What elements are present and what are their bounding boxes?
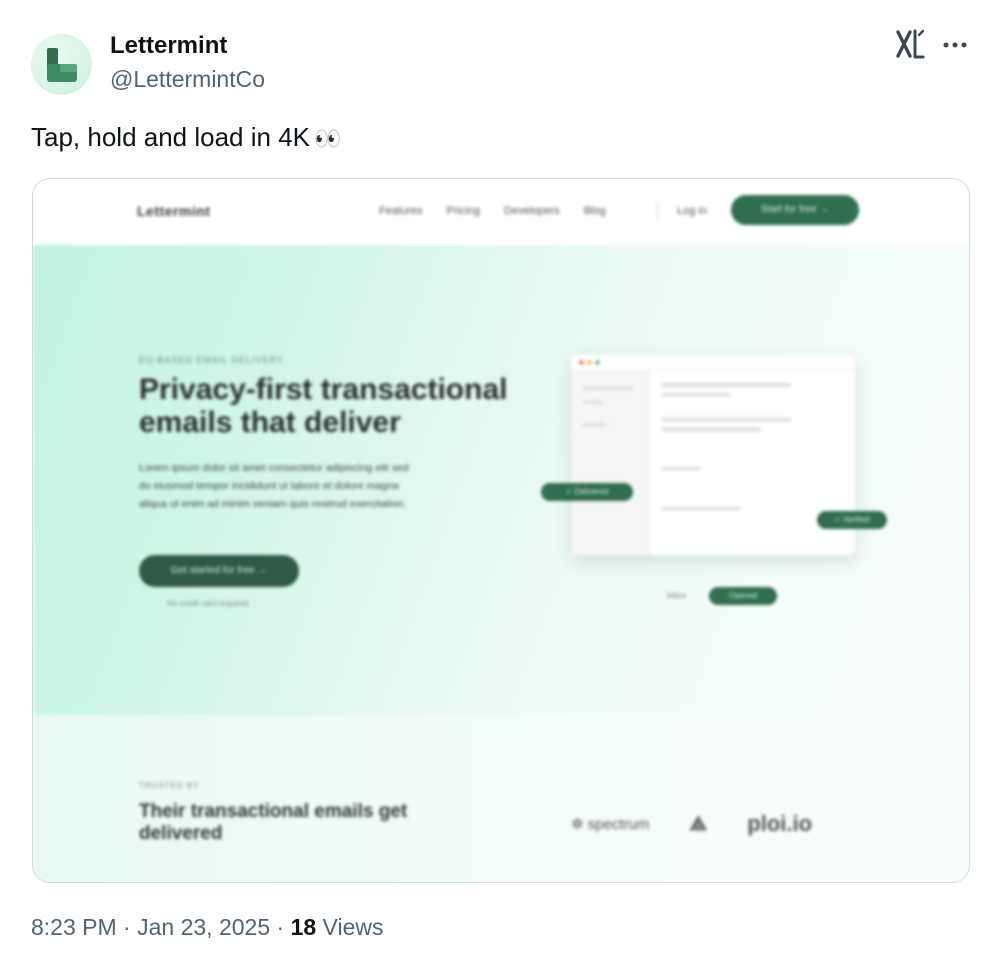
customer-logos: ✲ spectrum ⟁ ploi.io [571,811,812,837]
site-nav-link: Features [379,205,423,217]
app-mockup-window [571,355,855,555]
customer-logo: ⟁ [689,812,708,835]
hero-cta: Get started for free → [139,555,299,587]
avatar[interactable] [31,34,92,95]
tweet-text: Tap, hold and load in 4K 👀 [31,122,341,153]
meta-separator: · [116,914,138,940]
hero-sub-note: No credit card required [167,599,249,608]
mockup-titlebar [571,355,855,371]
post-date[interactable]: Jan 23, 2025 [137,914,270,940]
site-logo: Lettermint [137,203,211,219]
media-image[interactable]: Lettermint Features Pricing Developers B… [32,178,970,883]
hero-description: Lorem ipsum dolor sit amet consectetur a… [139,462,409,510]
lettermint-logo-icon [47,48,77,82]
meta-separator: · [270,914,291,940]
customer-logo: ✲ spectrum [571,816,650,833]
x-logo-icon[interactable] [896,28,926,60]
inbox-tag: Inbox [667,591,687,600]
site-nav-login: Log in [677,205,707,217]
customer-logo: ploi.io [747,811,813,836]
hero-title: Privacy-first transactional emails that … [139,373,508,439]
delivered-badge: ✓ Delivered [541,483,633,501]
site-nav-link: Blog [583,205,606,217]
eyes-emoji: 👀 [314,127,341,152]
verified-badge: ✓ Verified [817,511,887,529]
post-time[interactable]: 8:23 PM [31,914,117,940]
site-nav-divider [657,203,658,219]
author-handle[interactable]: @LettermintCo [110,66,265,93]
mockup-sidebar [571,371,649,555]
trusted-eyebrow: TRUSTED BY [139,781,200,790]
site-nav-cta: Start for free → [731,195,859,225]
author-display-name[interactable]: Lettermint [110,32,227,60]
trusted-title: Their transactional emails get delivered [139,801,408,844]
tweet-text-body: Tap, hold and load in 4K [31,122,310,152]
views-count[interactable]: 18 [291,914,317,940]
site-hero: EU-BASED EMAIL DELIVERY Privacy-first tr… [33,245,969,715]
trusted-section: TRUSTED BY Their transactional emails ge… [33,715,969,882]
hero-eyebrow: EU-BASED EMAIL DELIVERY [139,355,285,365]
site-nav-link: Pricing [446,205,481,217]
tweet: Lettermint @LettermintCo Tap, hold and l… [0,0,1000,960]
more-options-icon[interactable] [940,30,970,60]
views-label: Views [316,914,384,940]
site-nav: Lettermint Features Pricing Developers B… [33,179,969,245]
site-nav-link: Developers [504,205,560,217]
site-nav-links: Features Pricing Developers Blog [379,205,606,217]
opened-badge: Opened [709,587,777,605]
tweet-meta: 8:23 PM · Jan 23, 2025 · 18 Views [31,914,384,941]
